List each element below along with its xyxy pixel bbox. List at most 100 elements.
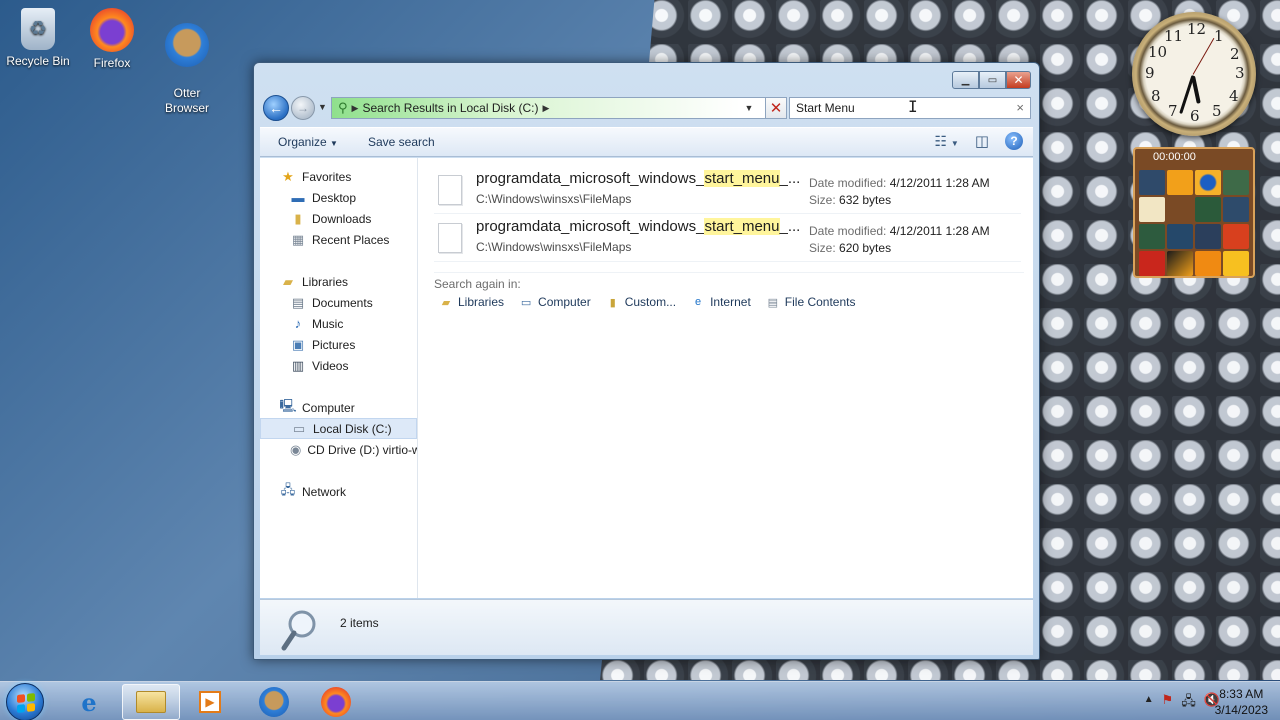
save-search-button[interactable]: Save search (368, 135, 435, 149)
nav-network[interactable]: 🖧 Network (260, 481, 417, 502)
nav-music[interactable]: ♪ Music (260, 313, 417, 334)
address-history-dropdown[interactable]: ▼ (740, 103, 758, 113)
nav-label: Pictures (312, 337, 356, 352)
nav-cd-drive-d[interactable]: ◉ CD Drive (D:) virtio-w (260, 439, 417, 460)
result-name-suffix: _... (779, 170, 801, 187)
nav-videos[interactable]: ▥ Videos (260, 355, 417, 376)
puzzle-tile[interactable] (1139, 197, 1165, 222)
libraries-icon: ▰ (441, 296, 451, 309)
puzzle-tile[interactable] (1223, 224, 1249, 249)
result-path: C:\Windows\winsxs\FileMaps (476, 240, 632, 254)
internet-explorer-icon: e (81, 687, 97, 717)
taskbar-internet-explorer[interactable]: e (60, 684, 118, 720)
puzzle-tile[interactable] (1195, 251, 1221, 276)
help-icon[interactable]: ? (1005, 132, 1023, 150)
nav-desktop[interactable]: ▬ Desktop (260, 187, 417, 208)
nav-downloads[interactable]: ▮ Downloads (260, 208, 417, 229)
chevron-right-icon[interactable]: ▶ (543, 103, 550, 114)
result-name[interactable]: programdata_microsoft_windows_start_menu… (476, 170, 800, 187)
main-panes: ★ Favorites ▬ Desktop ▮ Downloads ▦ Recent P… (260, 158, 1033, 598)
search-again-computer[interactable]: ▭ Computer (518, 295, 591, 309)
nav-documents[interactable]: ▤ Documents (260, 292, 417, 313)
nav-local-disk-c[interactable]: ▭ Local Disk (C:) (260, 418, 417, 439)
text-cursor-icon: I (908, 97, 918, 116)
organize-button[interactable]: Organize ▼ (278, 135, 338, 149)
result-name[interactable]: programdata_microsoft_windows_start_menu… (476, 218, 800, 235)
start-button[interactable] (6, 683, 44, 720)
puzzle-tile[interactable] (1139, 170, 1165, 195)
puzzle-tile[interactable] (1139, 224, 1165, 249)
search-folder-icon: ⚲ (338, 100, 348, 115)
desktop-icon: ▬ (291, 190, 305, 205)
clock-numeral: 4 (1229, 87, 1239, 105)
chevron-down-icon: ▼ (330, 139, 338, 148)
desktop-icon-firefox[interactable]: Firefox (74, 8, 150, 71)
clear-search-icon[interactable]: × (1016, 100, 1024, 115)
puzzle-tile[interactable] (1195, 170, 1221, 195)
windows-logo-icon (17, 693, 35, 713)
desktop-icon-otter-browser[interactable]: Otter Browser (149, 8, 225, 131)
stop-search-button[interactable]: ✕ (765, 97, 787, 119)
network-status-icon[interactable]: 🖧 (1181, 692, 1196, 714)
recent-pages-dropdown[interactable]: ▼ (318, 102, 327, 112)
music-icon: ♪ (294, 316, 302, 331)
search-again-file-contents[interactable]: ▤ File Contents (765, 295, 856, 309)
chevron-right-icon[interactable]: ▶ (352, 103, 359, 114)
results-pane[interactable]: programdata_microsoft_windows_start_menu… (418, 158, 1033, 598)
nav-recent-places[interactable]: ▦ Recent Places (260, 229, 417, 250)
search-again-libraries[interactable]: ▰ Libraries (438, 295, 504, 309)
taskbar-time: 8:33 AM (1219, 687, 1264, 701)
picture-puzzle-gadget[interactable]: 00:00:00 (1133, 147, 1255, 278)
size-label: Size: (809, 193, 836, 207)
clock-gadget[interactable]: 12 1 2 3 4 5 6 7 8 9 10 11 (1132, 12, 1256, 136)
breadcrumb[interactable]: ⚲ ▶ Search Results in Local Disk (C:) ▶ (332, 98, 740, 118)
puzzle-tile[interactable] (1167, 197, 1193, 222)
result-date: Date modified: 4/12/2011 1:28 AM (809, 176, 990, 190)
command-bar: Organize ▼ Save search ☷ ▼ ◫ ? (260, 127, 1033, 157)
breadcrumb-search-results[interactable]: Search Results in Local Disk (C:) (362, 101, 538, 115)
taskbar-otter-browser[interactable] (245, 684, 303, 720)
link-label: File Contents (784, 295, 856, 309)
toolbar-right: ☷ ▼ ◫ ? (934, 132, 1023, 150)
libraries-icon: ▰ (283, 273, 293, 289)
maximize-button[interactable]: ▭ (979, 71, 1006, 89)
puzzle-tile[interactable] (1223, 170, 1249, 195)
search-again-internet[interactable]: e Internet (690, 295, 751, 309)
puzzle-tile[interactable] (1223, 251, 1249, 276)
nav-pictures[interactable]: ▣ Pictures (260, 334, 417, 355)
network-icon: 🖧 (280, 481, 296, 497)
nav-favorites[interactable]: ★ Favorites (260, 166, 417, 187)
show-hidden-icons-icon[interactable]: ▲ (1144, 692, 1154, 714)
puzzle-tile[interactable] (1167, 224, 1193, 249)
result-item[interactable]: programdata_microsoft_windows_start_menu… (434, 166, 1021, 214)
address-bar[interactable]: ⚲ ▶ Search Results in Local Disk (C:) ▶ … (331, 97, 781, 119)
taskbar-windows-explorer[interactable] (122, 684, 180, 720)
navigation-pane[interactable]: ★ Favorites ▬ Desktop ▮ Downloads ▦ Recent P… (260, 158, 418, 598)
puzzle-grid[interactable] (1135, 167, 1253, 279)
puzzle-tile[interactable] (1167, 170, 1193, 195)
magnifier-icon (281, 610, 316, 651)
action-center-icon[interactable]: ⚑ (1162, 692, 1174, 714)
puzzle-tile[interactable] (1195, 224, 1221, 249)
result-item[interactable]: programdata_microsoft_windows_start_menu… (434, 214, 1021, 262)
taskbar-clock[interactable]: 8:33 AM 3/14/2023 (1215, 686, 1268, 718)
preview-pane-icon[interactable]: ◫ (975, 132, 989, 150)
desktop-icon-recycle-bin[interactable]: ♻ Recycle Bin (0, 8, 76, 69)
puzzle-tile[interactable] (1167, 251, 1193, 276)
nav-label: Network (302, 484, 347, 499)
puzzle-tile[interactable] (1195, 197, 1221, 222)
nav-computer[interactable]: 🖳 Computer (260, 397, 417, 418)
size-value: 620 bytes (839, 241, 892, 255)
nav-libraries[interactable]: ▰ Libraries (260, 271, 417, 292)
puzzle-tile[interactable] (1139, 251, 1165, 276)
back-button[interactable]: ← (263, 95, 289, 121)
forward-button[interactable]: → (291, 96, 315, 120)
minimize-button[interactable]: ▁ (952, 71, 979, 89)
change-view-icon[interactable]: ☷ ▼ (934, 133, 958, 150)
search-again-custom[interactable]: ▮ Custom... (605, 295, 676, 309)
taskbar-firefox[interactable] (307, 684, 365, 720)
result-name-prefix: programdata_microsoft_windows_ (476, 218, 705, 235)
puzzle-tile[interactable] (1223, 197, 1249, 222)
close-button[interactable]: ✕ (1006, 71, 1031, 89)
taskbar-media-player[interactable]: ▶ (181, 684, 239, 720)
